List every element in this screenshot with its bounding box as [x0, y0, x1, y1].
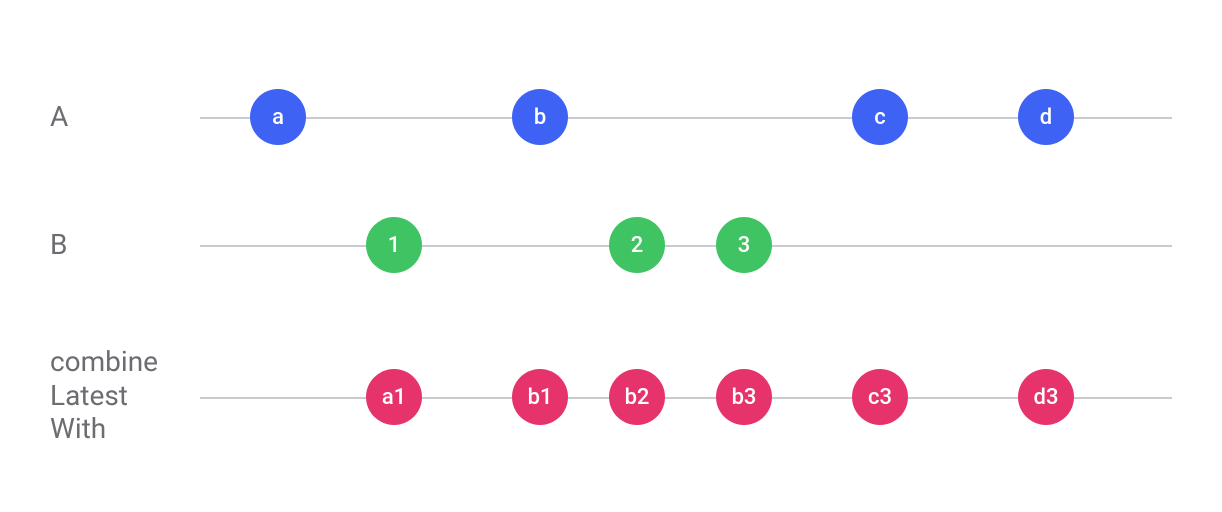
marble-result-b3: b3	[716, 369, 772, 425]
marble-result-d3: d3	[1018, 369, 1074, 425]
stream-b-label: B	[50, 228, 67, 262]
marble-result-c3: c3	[852, 369, 908, 425]
marble-a-a: a	[250, 89, 306, 145]
result-label-line1: combine	[50, 345, 158, 379]
timeline-b	[200, 245, 1172, 247]
result-label-line3: With	[50, 412, 158, 446]
marble-b-3: 3	[716, 217, 772, 273]
marble-a-b: b	[512, 89, 568, 145]
marble-a-c: c	[852, 89, 908, 145]
marble-b-1: 1	[366, 217, 422, 273]
marble-a-d: d	[1018, 89, 1074, 145]
marble-result-a1: a1	[366, 369, 422, 425]
result-label-line2: Latest	[50, 379, 158, 413]
marble-result-b2: b2	[609, 369, 665, 425]
stream-result-label: combine Latest With	[50, 345, 158, 446]
stream-a-label: A	[50, 100, 68, 134]
marble-result-b1: b1	[512, 369, 568, 425]
marble-b-2: 2	[609, 217, 665, 273]
